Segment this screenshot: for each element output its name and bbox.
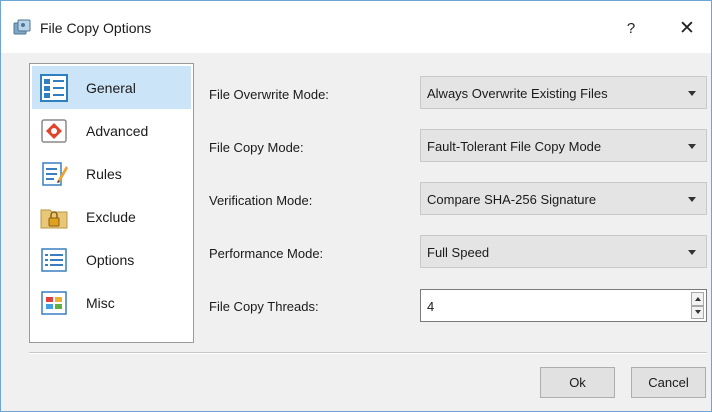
- sidebar-item-general[interactable]: General: [32, 66, 191, 109]
- sidebar-item-label: Options: [86, 252, 135, 268]
- sidebar-item-rules[interactable]: Rules: [32, 152, 191, 195]
- ok-button[interactable]: Ok: [540, 367, 615, 398]
- sidebar-item-options[interactable]: Options: [32, 238, 191, 281]
- chevron-down-icon: [688, 144, 696, 149]
- close-button[interactable]: ✕: [669, 14, 705, 42]
- help-button[interactable]: ?: [613, 14, 649, 42]
- copy-mode-value: Fault-Tolerant File Copy Mode: [427, 139, 602, 154]
- sidebar-item-label: Exclude: [86, 209, 136, 225]
- divider: [29, 352, 707, 354]
- chevron-up-icon: [694, 296, 701, 301]
- close-icon: ✕: [679, 17, 695, 39]
- rules-icon: [42, 162, 68, 186]
- copy-mode-select[interactable]: Fault-Tolerant File Copy Mode: [420, 129, 707, 162]
- copy-threads-spinbox[interactable]: 4: [420, 289, 707, 322]
- general-icon: [40, 74, 68, 102]
- chevron-down-icon: [688, 197, 696, 202]
- spin-down-button[interactable]: [691, 305, 704, 319]
- spin-buttons: [691, 292, 704, 319]
- app-icon: [13, 19, 31, 35]
- verification-mode-value: Compare SHA-256 Signature: [427, 192, 597, 207]
- copy-threads-value: 4: [427, 299, 435, 314]
- overwrite-mode-label: File Overwrite Mode:: [209, 87, 329, 102]
- copy-mode-label: File Copy Mode:: [209, 140, 304, 155]
- performance-mode-select[interactable]: Full Speed: [420, 235, 707, 268]
- file-copy-options-dialog: File Copy Options ? ✕ General Advanced R…: [0, 0, 712, 412]
- performance-mode-value: Full Speed: [427, 245, 490, 260]
- cancel-button[interactable]: Cancel: [631, 367, 706, 398]
- exclude-lock-icon: [40, 209, 68, 229]
- copy-threads-label: File Copy Threads:: [209, 299, 319, 314]
- overwrite-mode-value: Always Overwrite Existing Files: [427, 86, 608, 101]
- options-list-icon: [41, 248, 67, 272]
- window-title: File Copy Options: [40, 20, 152, 36]
- overwrite-mode-select[interactable]: Always Overwrite Existing Files: [420, 76, 707, 109]
- advanced-icon: [41, 119, 67, 143]
- performance-mode-label: Performance Mode:: [209, 246, 324, 261]
- title-bar: File Copy Options ? ✕: [1, 1, 711, 53]
- sidebar-item-label: General: [86, 80, 136, 96]
- category-list: General Advanced Rules Exclude Options M…: [29, 63, 194, 343]
- sidebar-item-misc[interactable]: Misc: [32, 281, 191, 324]
- sidebar-item-label: Advanced: [86, 123, 149, 139]
- verification-mode-select[interactable]: Compare SHA-256 Signature: [420, 182, 707, 215]
- verification-mode-label: Verification Mode:: [209, 193, 313, 208]
- chevron-down-icon: [688, 91, 696, 96]
- sidebar-item-exclude[interactable]: Exclude: [32, 195, 191, 238]
- sidebar-item-advanced[interactable]: Advanced: [32, 109, 191, 152]
- sidebar-item-label: Rules: [86, 166, 122, 182]
- chevron-down-icon: [688, 250, 696, 255]
- spin-up-button[interactable]: [691, 292, 704, 306]
- chevron-down-icon: [694, 310, 701, 315]
- sidebar-item-label: Misc: [86, 295, 115, 311]
- misc-tiles-icon: [41, 291, 67, 315]
